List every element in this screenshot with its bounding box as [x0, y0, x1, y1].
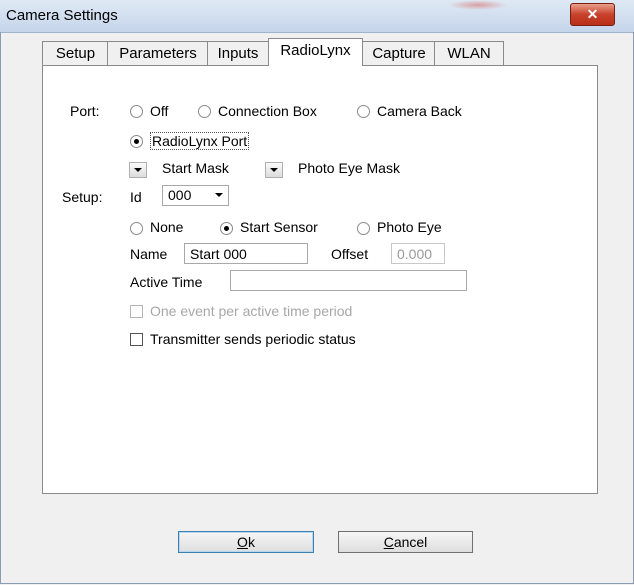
chevron-down-icon	[134, 168, 142, 172]
id-select-arrow[interactable]	[212, 188, 226, 203]
tab-label: Capture	[372, 45, 426, 62]
port-camera-back-radio[interactable]	[357, 105, 370, 118]
type-none-radio[interactable]	[130, 222, 143, 235]
offset-label: Offset	[331, 246, 369, 262]
tab-inputs[interactable]: Inputs	[207, 41, 269, 65]
offset-field: 0.000	[391, 243, 445, 264]
tab-capture[interactable]: Capture	[362, 41, 436, 65]
photo-eye-mask-dropdown[interactable]	[265, 162, 283, 178]
one-event-label: One event per active time period	[150, 303, 353, 319]
type-photo-eye-label[interactable]: Photo Eye	[377, 219, 442, 235]
port-radiolynx-radio[interactable]	[130, 135, 143, 148]
photo-eye-mask-label: Photo Eye Mask	[298, 160, 400, 176]
close-icon: ✕	[586, 6, 599, 22]
ok-mnemonic: O	[237, 534, 248, 550]
active-time-field[interactable]	[230, 270, 467, 291]
start-mask-label: Start Mask	[162, 160, 229, 176]
cancel-label-rest: ancel	[393, 534, 428, 550]
tab-label: Setup	[55, 45, 96, 62]
tab-label: WLAN	[447, 45, 491, 62]
close-button[interactable]: ✕	[570, 3, 615, 26]
port-off-label[interactable]: Off	[150, 103, 168, 119]
name-field[interactable]: Start 000	[184, 243, 308, 264]
type-photo-eye-radio[interactable]	[357, 222, 370, 235]
chevron-down-icon	[270, 168, 278, 172]
port-off-radio[interactable]	[130, 105, 143, 118]
ok-label-rest: k	[247, 534, 255, 550]
ok-button[interactable]: Ok	[178, 531, 314, 553]
tab-label: Parameters	[119, 45, 197, 62]
title-bar: Camera Settings ✕	[0, 0, 634, 33]
window-title: Camera Settings	[6, 7, 118, 24]
id-select[interactable]: 000	[162, 185, 229, 206]
type-start-sensor-radio[interactable]	[220, 222, 233, 235]
tab-label: RadioLynx	[280, 42, 351, 59]
id-select-value: 000	[168, 187, 192, 203]
title-bar-glare	[448, 0, 508, 10]
cancel-mnemonic: C	[383, 534, 394, 550]
type-none-label[interactable]: None	[150, 219, 183, 235]
transmitter-status-label[interactable]: Transmitter sends periodic status	[150, 331, 356, 347]
id-label: Id	[130, 189, 142, 205]
port-connection-box-label[interactable]: Connection Box	[218, 103, 317, 119]
setup-label: Setup:	[62, 189, 103, 205]
port-camera-back-label[interactable]: Camera Back	[377, 103, 462, 119]
one-event-checkbox	[130, 305, 143, 318]
cancel-button[interactable]: Cancel	[338, 531, 473, 553]
chevron-down-icon	[215, 193, 223, 197]
port-radiolynx-label[interactable]: RadioLynx Port	[150, 132, 250, 150]
start-mask-dropdown[interactable]	[129, 162, 147, 178]
transmitter-status-checkbox[interactable]	[130, 333, 143, 346]
tab-setup[interactable]: Setup	[42, 41, 109, 65]
name-label: Name	[130, 246, 168, 262]
tab-radiolynx[interactable]: RadioLynx	[268, 38, 363, 66]
tab-label: Inputs	[217, 45, 259, 62]
port-connection-box-radio[interactable]	[198, 105, 211, 118]
type-start-sensor-label[interactable]: Start Sensor	[240, 219, 318, 235]
active-time-label: Active Time	[130, 274, 203, 290]
port-label: Port:	[70, 103, 100, 119]
tab-parameters[interactable]: Parameters	[107, 41, 209, 65]
tab-wlan[interactable]: WLAN	[434, 41, 504, 65]
